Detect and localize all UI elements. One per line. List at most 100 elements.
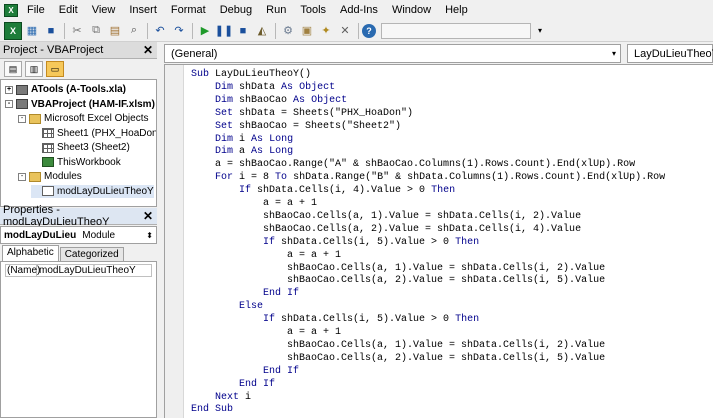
toggle-folders-icon[interactable]: ▭ bbox=[46, 61, 64, 77]
code-gutter bbox=[165, 65, 184, 418]
code-line[interactable]: End If bbox=[191, 378, 275, 391]
object-name: modLayDuLieu bbox=[4, 229, 77, 241]
code-line[interactable]: shBaoCao.Cells(a, 2).Value = shData.Cell… bbox=[191, 223, 581, 236]
chevron-down-icon[interactable]: ▾ bbox=[612, 49, 616, 58]
menu-view[interactable]: View bbox=[85, 0, 123, 20]
code-line[interactable]: shBaoCao.Cells(a, 2).Value = shData.Cell… bbox=[191, 274, 605, 287]
code-line[interactable]: Else bbox=[191, 300, 263, 313]
tree-item[interactable]: ThisWorkbook bbox=[31, 156, 121, 169]
menu-insert[interactable]: Insert bbox=[122, 0, 164, 20]
code-line[interactable]: shBaoCao.Cells(a, 1).Value = shData.Cell… bbox=[191, 339, 605, 352]
tree-item[interactable]: - Microsoft Excel Objects bbox=[18, 112, 148, 125]
insert-module-icon[interactable]: ▦ bbox=[23, 22, 41, 40]
vba-project-icon bbox=[16, 84, 28, 95]
menu-window[interactable]: Window bbox=[385, 0, 438, 20]
code-line[interactable]: shBaoCao.Cells(a, 2).Value = shData.Cell… bbox=[191, 352, 605, 365]
code-line[interactable]: shBaoCao.Cells(a, 1).Value = shData.Cell… bbox=[191, 210, 581, 223]
project-explorer-icon[interactable]: ⚙ bbox=[279, 22, 297, 40]
tree-item-label: ThisWorkbook bbox=[57, 156, 121, 168]
expand-icon[interactable]: + bbox=[5, 85, 13, 94]
view-object-icon[interactable]: ▥ bbox=[25, 61, 43, 77]
break-icon[interactable]: ❚❚ bbox=[215, 22, 233, 40]
pane-splitter[interactable] bbox=[157, 42, 164, 418]
code-line[interactable]: Next i bbox=[191, 391, 251, 404]
code-line[interactable]: If shData.Cells(i, 5).Value > 0 Then bbox=[191, 313, 479, 326]
help-icon[interactable]: ? bbox=[362, 23, 376, 38]
code-line[interactable]: End Sub bbox=[191, 403, 233, 416]
menu-bar: X File Edit View Insert Format Debug Run… bbox=[0, 0, 713, 20]
tree-item[interactable]: modLayDuLieuTheoY bbox=[31, 184, 154, 198]
collapse-icon[interactable]: - bbox=[5, 100, 13, 108]
copy-icon[interactable]: ⧉ bbox=[87, 22, 105, 40]
tree-item[interactable]: + ATools (A-Tools.xla) bbox=[5, 83, 126, 96]
menu-addins[interactable]: Add-Ins bbox=[333, 0, 385, 20]
menu-tools[interactable]: Tools bbox=[293, 0, 333, 20]
find-icon[interactable]: ⌕ bbox=[125, 22, 143, 40]
code-line[interactable]: Set shBaoCao = Sheets("Sheet2") bbox=[191, 120, 401, 133]
excel-icon[interactable]: X bbox=[4, 3, 18, 17]
view-code-icon[interactable]: ▤ bbox=[4, 61, 22, 77]
tree-item[interactable]: Sheet1 (PHX_HoaDon) bbox=[31, 127, 156, 140]
code-line[interactable]: shBaoCao.Cells(a, 1).Value = shData.Cell… bbox=[191, 262, 605, 275]
save-icon[interactable]: ■ bbox=[42, 22, 60, 40]
undo-icon[interactable]: ↶ bbox=[151, 22, 169, 40]
code-line[interactable]: Dim i As Long bbox=[191, 133, 293, 146]
code-line[interactable]: a = a + 1 bbox=[191, 197, 317, 210]
code-line[interactable]: Dim shBaoCao As Object bbox=[191, 94, 347, 107]
object-browser-icon[interactable]: ✦ bbox=[317, 22, 335, 40]
toolbar-separator bbox=[64, 22, 65, 39]
standard-toolbar: X ▦ ■ ✂ ⧉ ▤ ⌕ ↶ ↷ ▶ ❚❚ ■ ◭ ⚙ ▣ ✦ ✕ ? ▾ bbox=[0, 20, 713, 42]
code-editor[interactable]: Sub LayDuLieuTheoY() Dim shData As Objec… bbox=[164, 64, 713, 418]
properties-label: Properties - modLayDuLieuTheoY bbox=[3, 204, 110, 228]
code-line[interactable]: End If bbox=[191, 365, 299, 378]
menu-format[interactable]: Format bbox=[164, 0, 213, 20]
toolbar-separator bbox=[192, 22, 193, 39]
design-mode-icon[interactable]: ◭ bbox=[253, 22, 271, 40]
object-dropdown[interactable]: (General) ▾ bbox=[164, 44, 621, 63]
menu-debug[interactable]: Debug bbox=[213, 0, 259, 20]
chevron-down-icon[interactable]: ⬍ bbox=[146, 231, 153, 240]
code-line[interactable]: a = shBaoCao.Range("A" & shBaoCao.Column… bbox=[191, 158, 635, 171]
code-window-header: (General) ▾ LayDuLieuTheoY bbox=[164, 44, 713, 64]
properties-window-icon[interactable]: ▣ bbox=[298, 22, 316, 40]
menu-run[interactable]: Run bbox=[259, 0, 293, 20]
property-row-name[interactable]: (Name) modLayDuLieuTheoY bbox=[5, 264, 152, 277]
code-line[interactable]: Dim a As Long bbox=[191, 145, 293, 158]
tab-categorized[interactable]: Categorized bbox=[59, 247, 124, 261]
code-line[interactable]: Dim shData As Object bbox=[191, 81, 335, 94]
code-line[interactable]: a = a + 1 bbox=[191, 326, 341, 339]
cut-icon[interactable]: ✂ bbox=[68, 22, 86, 40]
code-line[interactable]: Sub LayDuLieuTheoY() bbox=[191, 68, 311, 81]
procedure-dropdown[interactable]: LayDuLieuTheoY bbox=[627, 44, 713, 63]
menu-file[interactable]: File bbox=[20, 0, 52, 20]
collapse-icon[interactable]: - bbox=[18, 114, 26, 123]
property-value[interactable]: modLayDuLieuTheoY bbox=[37, 265, 136, 276]
project-tree: + ATools (A-Tools.xla) - VBAProject (HAM-IF… bbox=[0, 79, 157, 207]
paste-icon[interactable]: ▤ bbox=[106, 22, 124, 40]
code-line[interactable]: Set shData = Sheets("PHX_HoaDon") bbox=[191, 107, 413, 120]
properties-object-combo[interactable]: modLayDuLieu Module ⬍ bbox=[0, 226, 157, 244]
run-icon[interactable]: ▶ bbox=[196, 22, 214, 40]
reset-icon[interactable]: ■ bbox=[234, 22, 252, 40]
code-line[interactable]: For i = 8 To shData.Range("B" & shData.C… bbox=[191, 171, 665, 184]
menu-help[interactable]: Help bbox=[438, 0, 475, 20]
close-icon[interactable]: ✕ bbox=[143, 43, 153, 57]
tree-item-label: ATools (A-Tools.xla) bbox=[31, 84, 126, 95]
code-line[interactable]: End If bbox=[191, 287, 299, 300]
redo-icon[interactable]: ↷ bbox=[170, 22, 188, 40]
collapse-icon[interactable]: - bbox=[18, 172, 26, 181]
tree-item[interactable]: - VBAProject (HAM-IF.xlsm) bbox=[5, 98, 155, 111]
view-excel-icon[interactable]: X bbox=[4, 21, 22, 40]
menu-edit[interactable]: Edit bbox=[52, 0, 85, 20]
tab-alphabetic[interactable]: Alphabetic bbox=[2, 245, 59, 261]
sheet-icon bbox=[42, 128, 54, 138]
close-icon[interactable]: ✕ bbox=[143, 209, 153, 223]
tree-item[interactable]: - Modules bbox=[18, 170, 82, 183]
code-line[interactable]: If shData.Cells(i, 5).Value > 0 Then bbox=[191, 236, 479, 249]
workbook-icon bbox=[42, 157, 54, 167]
toolbox-icon[interactable]: ✕ bbox=[336, 22, 354, 40]
code-line[interactable]: a = a + 1 bbox=[191, 249, 341, 262]
toolbar-overflow-icon[interactable]: ▾ bbox=[531, 22, 549, 40]
tree-item[interactable]: Sheet3 (Sheet2) bbox=[31, 141, 130, 154]
code-line[interactable]: If shData.Cells(i, 4).Value > 0 Then bbox=[191, 184, 455, 197]
